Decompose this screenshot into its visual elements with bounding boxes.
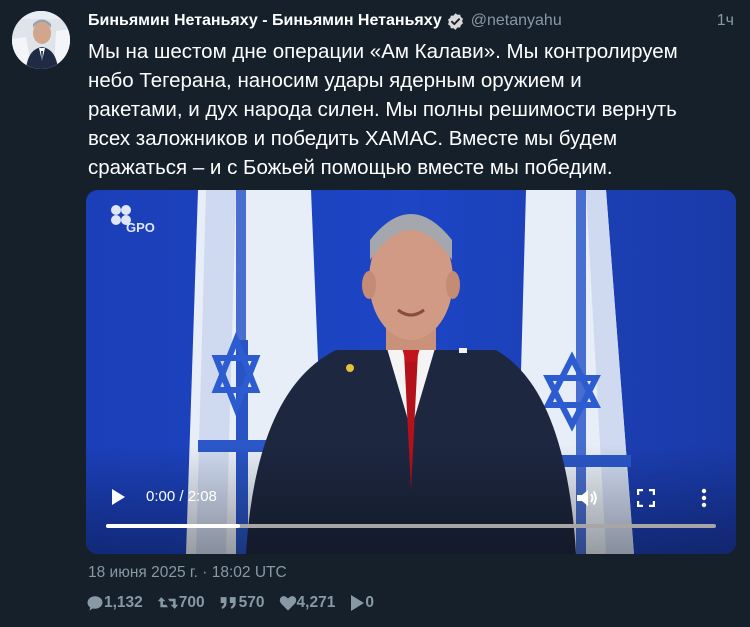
reply-button[interactable]: 1,132 — [86, 594, 143, 612]
quote-icon — [219, 594, 239, 612]
tweet-text: Мы на шестом дне операции «Ам Калави». М… — [88, 37, 738, 182]
video-player[interactable]: GPO 0:00 / 2:08 — [86, 190, 736, 554]
volume-icon[interactable] — [576, 488, 598, 508]
video-progress-bar[interactable] — [106, 524, 716, 528]
video-watermark: GPO — [126, 220, 155, 235]
author-handle[interactable]: @netanyahu — [471, 12, 562, 30]
tweet-date[interactable]: 18 июня 2025 г. · 18:02 UTC — [88, 564, 287, 582]
like-button[interactable]: 4,271 — [279, 594, 336, 612]
retweet-button[interactable]: 700 — [157, 594, 205, 612]
tweet-text-line: всех заложников и победить ХАМАС. Вместе… — [88, 127, 618, 150]
reply-icon — [86, 594, 104, 612]
tweet-text-line: небо Тегерана, наносим удары ядерным ору… — [88, 69, 582, 92]
views-icon — [349, 594, 365, 612]
tweet-header: Биньямин Нетаньяху - Биньямин Нетаньяху … — [88, 10, 734, 32]
play-icon[interactable] — [110, 488, 126, 506]
avatar-image — [12, 11, 70, 69]
quote-button[interactable]: 570 — [219, 594, 265, 612]
tweet-text-line: Мы на шестом дне операции «Ам Калави». М… — [88, 40, 678, 63]
like-count: 4,271 — [296, 594, 336, 611]
tweet-actions: 1,132 700 570 4,271 0 — [86, 594, 388, 612]
views-button[interactable]: 0 — [349, 594, 374, 612]
tweet-time[interactable]: 1ч — [717, 12, 734, 30]
retweet-count: 700 — [178, 594, 205, 611]
like-icon — [279, 594, 297, 612]
avatar[interactable] — [12, 11, 70, 69]
verified-badge-icon — [446, 12, 465, 31]
video-timecode: 0:00 / 2:08 — [146, 488, 217, 505]
tweet-text-line: ракетами, и дух народа силен. Мы полны р… — [88, 98, 677, 121]
author-name[interactable]: Биньямин Нетаньяху - Биньямин Нетаньяху — [88, 12, 442, 30]
fullscreen-icon[interactable] — [636, 488, 656, 508]
retweet-icon — [157, 594, 179, 612]
reply-count: 1,132 — [104, 594, 143, 611]
tweet: Биньямин Нетаньяху - Биньямин Нетаньяху … — [0, 0, 750, 627]
more-icon[interactable] — [701, 488, 707, 508]
video-progress-fill — [106, 524, 241, 528]
tweet-text-line: сражаться – и с Божьей помощью вместе мы… — [88, 156, 613, 179]
video-controls: 0:00 / 2:08 — [86, 474, 736, 554]
views-count: 0 — [365, 594, 374, 611]
quote-count: 570 — [238, 594, 265, 611]
